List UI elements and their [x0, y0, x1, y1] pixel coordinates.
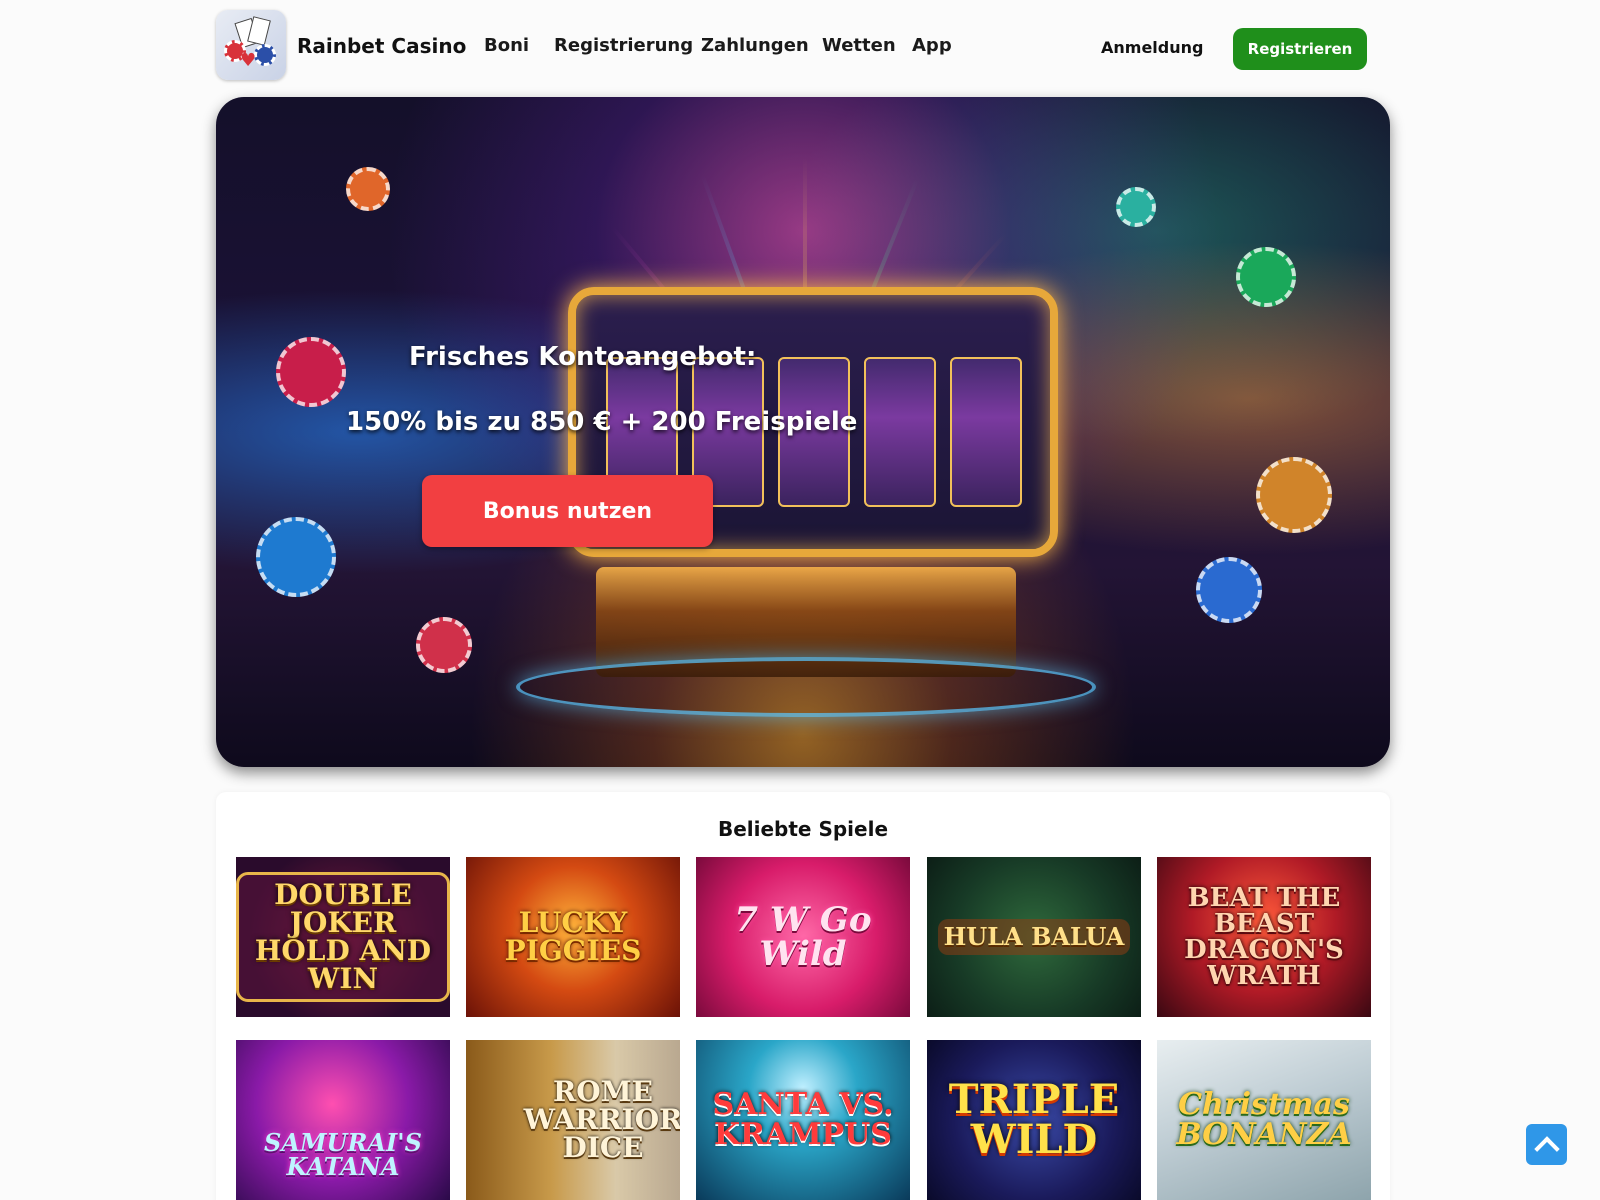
game-tile-lucky-piggies[interactable]: LUCKY PIGGIES — [466, 857, 680, 1017]
nav-boni[interactable]: Boni — [484, 35, 529, 56]
game-title: SANTA VS. KRAMPUS — [712, 1087, 894, 1152]
game-tile-go-wild[interactable]: 7 W Go Wild — [696, 857, 910, 1017]
game-tile-beat-the-beast[interactable]: BEAT THE BEAST DRAGON'S WRATH — [1157, 857, 1371, 1017]
section-title: Beliebte Spiele — [717, 817, 889, 841]
poker-chip-icon — [1256, 457, 1332, 533]
poker-chip-icon — [1196, 557, 1262, 623]
casino-logo-icon[interactable]: ♥ — [216, 10, 286, 80]
nav-wetten[interactable]: Wetten — [822, 35, 896, 56]
poker-chip-icon — [346, 167, 390, 211]
game-title: 7 W Go Wild — [734, 900, 872, 974]
poker-chip-icon — [1236, 247, 1296, 307]
game-title: BEAT THE BEAST DRAGON'S WRATH — [1184, 883, 1344, 991]
scroll-to-top-button[interactable] — [1526, 1124, 1567, 1165]
popular-games-section: Beliebte Spiele DOUBLE JOKER HOLD AND WI… — [216, 792, 1390, 1200]
poker-chip-icon — [256, 517, 336, 597]
game-title: ROME WARRIOR DICE — [523, 1075, 680, 1164]
nav-app[interactable]: App — [912, 35, 952, 56]
chevron-up-icon — [1533, 1135, 1560, 1162]
game-tile-christmas-bonanza[interactable]: Christmas BONANZA — [1157, 1040, 1371, 1200]
hero-offer: 150% bis zu 850 € + 200 Freispiele — [346, 407, 858, 437]
register-button[interactable]: Registrieren — [1233, 28, 1367, 70]
poker-chip-icon — [1116, 187, 1156, 227]
game-title: Christmas BONANZA — [1176, 1087, 1352, 1152]
game-tile-rome-warrior-dice[interactable]: ROME WARRIOR DICE — [466, 1040, 680, 1200]
game-tile-santa-vs-krampus[interactable]: SANTA VS. KRAMPUS — [696, 1040, 910, 1200]
brand-name[interactable]: Rainbet Casino — [297, 34, 466, 58]
poker-chip-icon — [276, 337, 346, 407]
game-title: SAMURAI'S KATANA — [264, 1128, 422, 1181]
site-header: ♥ Rainbet Casino Boni Registrierung Zahl… — [0, 0, 1600, 96]
game-title: TRIPLE WILD — [948, 1076, 1120, 1163]
bonus-cta-button[interactable]: Bonus nutzen — [422, 475, 713, 547]
game-tile-triple-wild[interactable]: TRIPLE WILD — [927, 1040, 1141, 1200]
game-tile-samurais-katana[interactable]: SAMURAI'S KATANA — [236, 1040, 450, 1200]
nav-registrierung[interactable]: Registrierung — [554, 35, 693, 56]
hero-title: Frisches Kontoangebot: — [409, 342, 757, 372]
game-tile-hula-balua[interactable]: HULA BALUA — [927, 857, 1141, 1017]
game-title: HULA BALUA — [937, 919, 1131, 955]
game-title: DOUBLE JOKER HOLD AND WIN — [236, 872, 450, 1002]
floor-glow — [516, 657, 1096, 717]
nav-zahlungen[interactable]: Zahlungen — [701, 35, 809, 56]
login-link[interactable]: Anmeldung — [1101, 38, 1203, 57]
game-tile-double-joker[interactable]: DOUBLE JOKER HOLD AND WIN — [236, 857, 450, 1017]
game-title: LUCKY PIGGIES — [504, 906, 642, 967]
poker-chip-icon — [416, 617, 472, 673]
